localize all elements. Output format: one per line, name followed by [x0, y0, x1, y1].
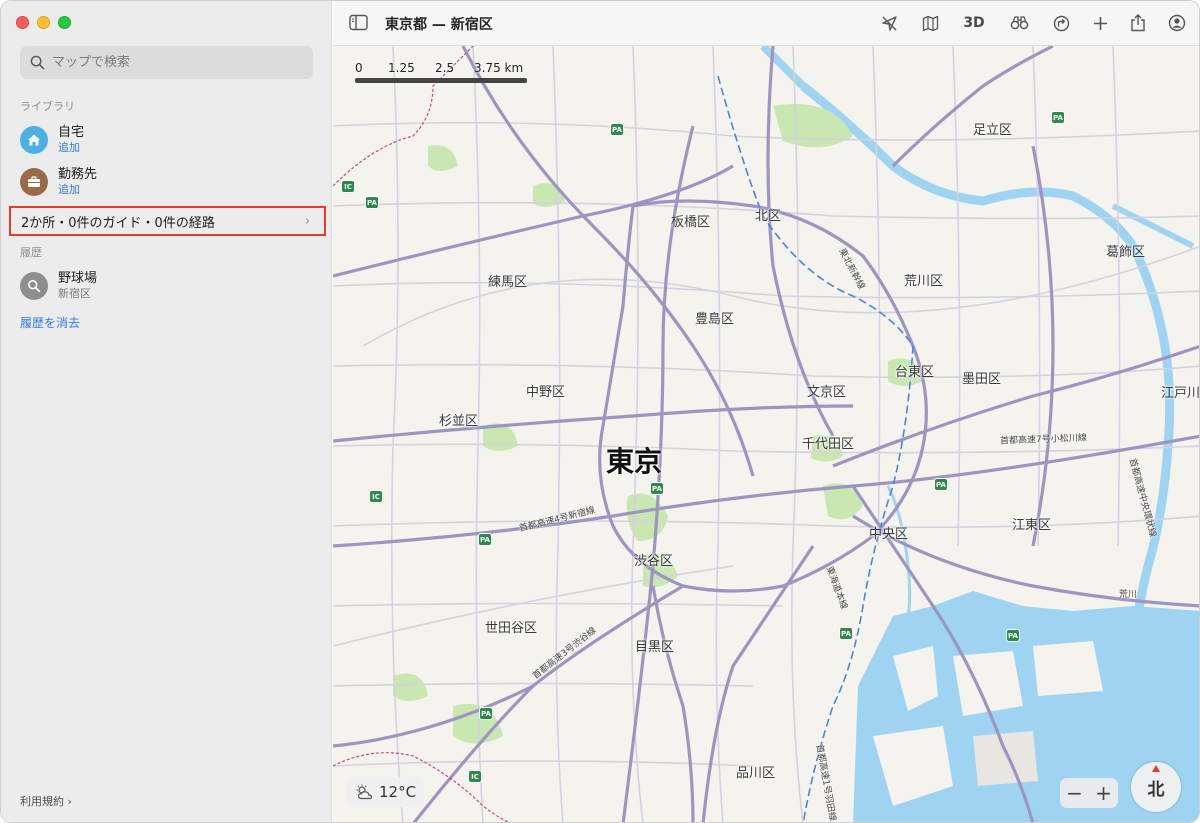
close-window-button[interactable] [16, 16, 29, 29]
history-heading: 履歴 [20, 246, 42, 259]
library-heading: ライブラリ [20, 100, 75, 113]
home-add-link[interactable]: 追加 [58, 141, 84, 154]
ward-label: 台東区 [895, 365, 935, 380]
add-icon[interactable] [1090, 13, 1110, 33]
ward-label: 江戸川区 [1161, 386, 1200, 401]
ward-label: 豊島区 [695, 312, 735, 327]
zoom-in-button[interactable]: + [1095, 781, 1112, 805]
ward-label: 板橋区 [671, 215, 711, 230]
library-guides-row[interactable]: 2か所・0件のガイド・0件の経路 › [9, 206, 326, 236]
scale-label: 1.25 [388, 61, 415, 75]
zoom-control: − + [1060, 778, 1118, 808]
binoculars-icon[interactable] [1009, 13, 1029, 33]
briefcase-icon [20, 167, 48, 196]
ward-label: 中野区 [526, 385, 566, 400]
search-icon [30, 55, 45, 70]
parking-area-badge[interactable]: PA [479, 707, 493, 720]
maps-window: ライブラリ 自宅 追加 勤務先 追加 2か所・0件のガイド・0件の経路 › 履歴 [0, 0, 1200, 823]
history-item-title: 野球場 [58, 271, 98, 286]
search-bar[interactable] [20, 46, 313, 79]
magnifier-icon [20, 271, 48, 300]
search-input[interactable] [52, 55, 292, 70]
parking-area-badge[interactable]: PA [610, 123, 624, 136]
temperature: 12°C [379, 783, 417, 801]
zoom-out-button[interactable]: − [1066, 781, 1083, 805]
ward-label: 葛飾区 [1106, 245, 1146, 260]
maximize-window-button[interactable] [58, 16, 71, 29]
ward-label: 江東区 [1012, 518, 1052, 533]
history-item[interactable]: 野球場 新宿区 [20, 271, 320, 300]
directions-icon[interactable] [1051, 13, 1071, 33]
terms-label: 利用規約 [20, 795, 64, 808]
chevron-right-icon: › [304, 214, 310, 229]
weather-widget[interactable]: 12°C [347, 777, 425, 807]
minimize-window-button[interactable] [37, 16, 50, 29]
scale-label: 0 [355, 61, 363, 75]
clear-history-link[interactable]: 履歴を消去 [20, 314, 80, 331]
toolbar: 東京都 — 新宿区 3D [333, 1, 1199, 46]
terms-link[interactable]: 利用規約 › [20, 793, 72, 809]
sidebar-toggle-icon[interactable] [349, 14, 368, 31]
parking-area-badge[interactable]: PA [1051, 111, 1065, 124]
interchange-badge[interactable]: IC [341, 180, 355, 193]
scale-label: 3.75 km [474, 61, 524, 75]
compass-needle-icon [1152, 765, 1160, 772]
parking-area-badge[interactable]: PA [934, 478, 948, 491]
compass-label: 北 [1147, 779, 1165, 800]
ward-label: 世田谷区 [485, 621, 538, 636]
ward-label: 渋谷区 [634, 554, 674, 569]
ward-label: 墨田区 [962, 372, 1002, 387]
map-view[interactable]: 足立区 板橋区 北区 葛飾区 練馬区 荒川区 豊島区 台東区 墨田区 中野区 文… [333, 46, 1200, 822]
interchange-badge[interactable]: IC [369, 490, 383, 503]
partly-cloudy-icon [356, 784, 373, 800]
library-item-work[interactable]: 勤務先 追加 [20, 167, 320, 196]
sidebar: ライブラリ 自宅 追加 勤務先 追加 2か所・0件のガイド・0件の経路 › 履歴 [1, 1, 332, 822]
parking-area-badge[interactable]: PA [478, 533, 492, 546]
house-icon [20, 125, 48, 154]
parking-area-badge[interactable]: PA [650, 482, 664, 495]
library-item-home[interactable]: 自宅 追加 [20, 125, 320, 154]
compass-button[interactable]: 北 [1131, 762, 1181, 812]
ward-label: 千代田区 [802, 437, 855, 452]
ward-label: 杉並区 [439, 414, 479, 429]
window-title: 東京都 — 新宿区 [385, 17, 493, 33]
home-title: 自宅 [58, 125, 85, 140]
ward-label: 荒川区 [904, 274, 944, 289]
account-icon[interactable] [1167, 13, 1187, 33]
share-icon[interactable] [1128, 13, 1148, 33]
parking-area-badge[interactable]: PA [365, 196, 379, 209]
ward-label: 目黒区 [635, 640, 675, 655]
map-mode-icon[interactable] [920, 13, 940, 33]
ward-label: 練馬区 [488, 275, 528, 290]
map-scale: 0 1.25 2.5 3.75 km [355, 61, 555, 83]
scale-label: 2.5 [435, 61, 455, 75]
history-item-subtitle: 新宿区 [58, 287, 91, 300]
ward-label: 北区 [755, 209, 782, 224]
parking-area-badge[interactable]: PA [839, 627, 853, 640]
road-label: 荒川 [1119, 590, 1138, 600]
location-off-icon[interactable] [879, 13, 899, 33]
city-label: 東京 [606, 445, 663, 478]
guides-row-label: 2か所・0件のガイド・0件の経路 [21, 215, 215, 231]
ward-label: 文京区 [807, 385, 847, 400]
ward-label: 中央区 [869, 527, 909, 542]
interchange-badge[interactable]: IC [468, 770, 482, 783]
view-3d-button[interactable]: 3D [962, 13, 986, 33]
parking-area-badge[interactable]: PA [1006, 629, 1020, 642]
ward-label: 品川区 [736, 766, 776, 781]
work-add-link[interactable]: 追加 [58, 183, 97, 196]
scale-bar [355, 78, 527, 83]
ward-label: 足立区 [973, 123, 1013, 138]
work-title: 勤務先 [58, 167, 98, 182]
window-controls [16, 16, 71, 29]
